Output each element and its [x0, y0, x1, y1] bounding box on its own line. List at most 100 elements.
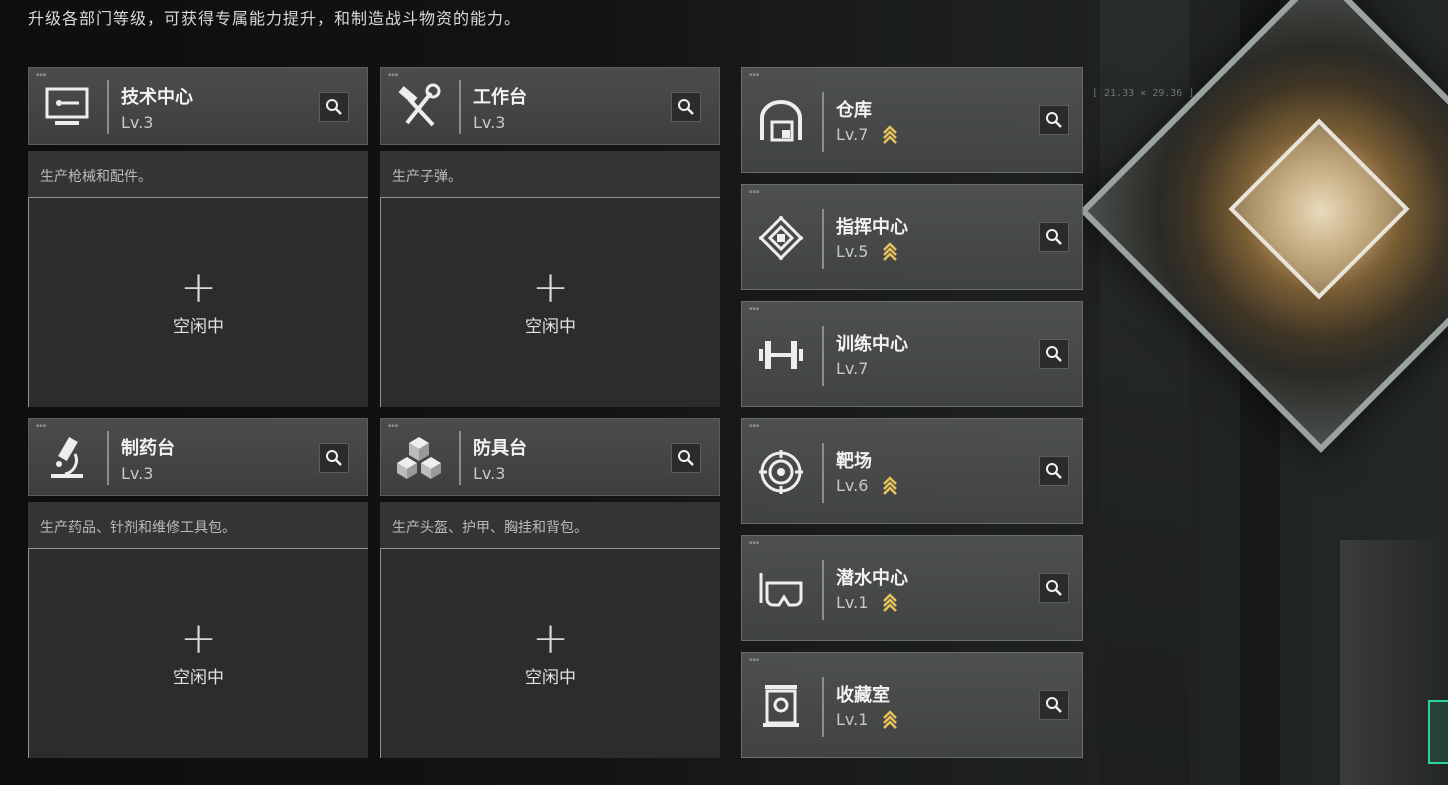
diving-mask-icon — [754, 562, 808, 616]
search-button[interactable] — [1039, 456, 1069, 486]
search-icon — [1046, 112, 1062, 128]
dept-card-armory: ▪▪▪ 防具台 Lv.3 生产头盔、护甲、胸挂和背包。 + 空闲中 — [380, 418, 721, 758]
search-button[interactable] — [1039, 339, 1069, 369]
header-tag: ▪▪▪ — [36, 72, 47, 78]
upgrade-available-icon — [883, 593, 897, 612]
header-tag: ▪▪▪ — [388, 72, 399, 78]
facility-item-warehouse[interactable]: ▪▪▪ 仓库 Lv.7 — [741, 67, 1083, 173]
facility-name: 收藏室 — [836, 685, 890, 706]
plus-icon: + — [532, 613, 569, 664]
facility-level: Lv.1 — [836, 710, 869, 729]
target-icon — [754, 445, 808, 499]
search-icon — [326, 99, 342, 115]
upgrade-available-icon — [883, 242, 897, 261]
slot-status: 空闲中 — [525, 668, 576, 688]
header-divider — [822, 560, 824, 620]
upgrade-available-icon — [883, 476, 897, 495]
facility-name: 训练中心 — [836, 334, 908, 355]
upgrade-available-icon — [883, 125, 897, 144]
facility-name: 仓库 — [836, 100, 872, 121]
header-tag: ▪▪▪ — [749, 540, 760, 546]
facility-item-collection-room[interactable]: ▪▪▪ 收藏室 Lv.1 — [741, 652, 1083, 758]
header-divider — [107, 80, 109, 134]
facility-level: Lv.5 — [836, 242, 869, 261]
dept-card-header[interactable]: ▪▪▪ 防具台 Lv.3 — [380, 418, 720, 496]
dept-card-tech-center: ▪▪▪ 技术中心 Lv.3 生产枪械和配件。 + 空闲中 — [28, 67, 369, 407]
dept-name: 制药台 — [121, 438, 175, 459]
facility-name: 潜水中心 — [836, 568, 908, 589]
dept-card-body: 生产头盔、护甲、胸挂和背包。 + 空闲中 — [380, 502, 720, 758]
header-divider — [459, 80, 461, 134]
production-slot[interactable]: + 空闲中 — [28, 548, 368, 758]
facility-level: Lv.7 — [836, 359, 869, 378]
side-tab[interactable] — [1428, 700, 1448, 764]
search-icon — [326, 450, 342, 466]
plus-icon: + — [180, 613, 217, 664]
search-icon — [678, 99, 694, 115]
header-tag: ▪▪▪ — [388, 423, 399, 429]
plus-icon: + — [532, 262, 569, 313]
dept-description: 生产头盔、护甲、胸挂和背包。 — [392, 520, 588, 536]
search-button[interactable] — [1039, 690, 1069, 720]
search-button[interactable] — [319, 443, 349, 473]
facility-level: Lv.6 — [836, 476, 869, 495]
command-chip-icon — [754, 211, 808, 265]
dept-description: 生产药品、针剂和维修工具包。 — [40, 520, 236, 536]
plus-icon: + — [180, 262, 217, 313]
hammer-wrench-icon — [393, 83, 445, 131]
dept-card-body: 生产枪械和配件。 + 空闲中 — [28, 151, 368, 407]
dept-card-body: 生产子弹。 + 空闲中 — [380, 151, 720, 407]
dept-description: 生产子弹。 — [392, 169, 462, 185]
cubes-icon — [393, 434, 445, 482]
header-divider — [822, 326, 824, 386]
dept-card-pharmacy: ▪▪▪ 制药台 Lv.3 生产药品、针剂和维修工具包。 + 空闲中 — [28, 418, 369, 758]
dept-level: Lv.3 — [473, 113, 506, 132]
header-divider — [822, 443, 824, 503]
search-icon — [1046, 580, 1062, 596]
header-divider — [107, 431, 109, 485]
slot-status: 空闲中 — [173, 668, 224, 688]
dept-description: 生产枪械和配件。 — [40, 169, 152, 185]
warehouse-icon — [754, 94, 808, 148]
dept-card-header[interactable]: ▪▪▪ 制药台 Lv.3 — [28, 418, 368, 496]
header-divider — [822, 92, 824, 152]
header-tag: ▪▪▪ — [749, 657, 760, 663]
facility-item-command-center[interactable]: ▪▪▪ 指挥中心 Lv.5 — [741, 184, 1083, 290]
dept-card-workbench: ▪▪▪ 工作台 Lv.3 生产子弹。 + 空闲中 — [380, 67, 721, 407]
dumbbell-icon — [754, 328, 808, 382]
facility-item-shooting-range[interactable]: ▪▪▪ 靶场 Lv.6 — [741, 418, 1083, 524]
header-tag: ▪▪▪ — [36, 423, 47, 429]
upgrade-available-icon — [883, 710, 897, 729]
dept-card-body: 生产药品、针剂和维修工具包。 + 空闲中 — [28, 502, 368, 758]
facility-level: Lv.7 — [836, 125, 869, 144]
search-icon — [678, 450, 694, 466]
header-tag: ▪▪▪ — [749, 306, 760, 312]
dept-card-header[interactable]: ▪▪▪ 技术中心 Lv.3 — [28, 67, 368, 145]
search-button[interactable] — [671, 443, 701, 473]
dept-card-header[interactable]: ▪▪▪ 工作台 Lv.3 — [380, 67, 720, 145]
slot-status: 空闲中 — [525, 317, 576, 337]
display-case-icon — [754, 679, 808, 733]
production-slot[interactable]: + 空闲中 — [380, 197, 720, 407]
production-slot[interactable]: + 空闲中 — [28, 197, 368, 407]
header-divider — [822, 677, 824, 737]
search-button[interactable] — [1039, 573, 1069, 603]
facility-name: 指挥中心 — [836, 217, 908, 238]
search-button[interactable] — [671, 92, 701, 122]
search-icon — [1046, 229, 1062, 245]
bg-coordinates: [ 21.33 × 29.36 ] — [1092, 88, 1195, 99]
search-button[interactable] — [319, 92, 349, 122]
page-subtitle: 升级各部门等级，可获得专属能力提升，和制造战斗物资的能力。 — [28, 9, 522, 28]
microscope-icon — [41, 434, 93, 482]
header-divider — [459, 431, 461, 485]
facility-item-diving-center[interactable]: ▪▪▪ 潜水中心 Lv.1 — [741, 535, 1083, 641]
search-button[interactable] — [1039, 222, 1069, 252]
production-slot[interactable]: + 空闲中 — [380, 548, 720, 758]
facility-item-training-center[interactable]: ▪▪▪ 训练中心 Lv.7 — [741, 301, 1083, 407]
dept-level: Lv.3 — [121, 464, 154, 483]
header-tag: ▪▪▪ — [749, 72, 760, 78]
search-icon — [1046, 346, 1062, 362]
header-tag: ▪▪▪ — [749, 423, 760, 429]
dept-level: Lv.3 — [121, 113, 154, 132]
search-button[interactable] — [1039, 105, 1069, 135]
